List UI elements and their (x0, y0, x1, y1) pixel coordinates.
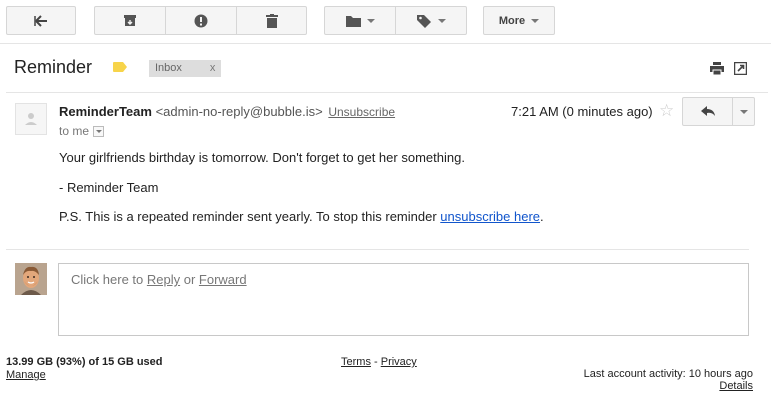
sender-email: <admin-no-reply@bubble.is> (155, 104, 323, 119)
inbox-label-text: Inbox (155, 62, 182, 74)
reply-or: or (180, 272, 199, 287)
reply-button[interactable] (682, 97, 733, 126)
folder-icon (345, 15, 361, 27)
reply-prompt: Click here to (71, 272, 147, 287)
person-icon (25, 113, 37, 125)
subject-title: Reminder (14, 57, 93, 77)
details-link[interactable]: Details (719, 380, 753, 392)
star-icon[interactable]: ☆ (659, 101, 674, 121)
toolbar: More (0, 0, 771, 44)
show-details-button[interactable] (93, 125, 105, 137)
terms-separator: - (370, 356, 381, 368)
body-line-2: - Reminder Team (59, 180, 159, 195)
forward-link[interactable]: Forward (199, 272, 247, 287)
chevron-down-icon (366, 18, 375, 23)
inbox-label-chip[interactable]: Inbox x (149, 60, 222, 77)
unsubscribe-here-link[interactable]: unsubscribe here (440, 209, 540, 224)
tag-icon (416, 14, 431, 28)
archive-button[interactable] (94, 6, 166, 35)
reply-icon (700, 106, 715, 116)
remove-label-button[interactable]: x (210, 60, 216, 77)
body-line-3-end: . (540, 209, 544, 224)
archive-icon (124, 15, 136, 26)
report-spam-button[interactable] (165, 6, 237, 35)
unsubscribe-link[interactable]: Unsubscribe (328, 105, 395, 119)
trash-icon (265, 13, 278, 28)
last-activity: Last account activity: 10 hours ago (583, 368, 753, 380)
new-window-icon[interactable] (734, 62, 747, 75)
sender-name[interactable]: ReminderTeam (59, 104, 152, 119)
move-to-button[interactable] (324, 6, 396, 35)
more-label: More (498, 14, 526, 27)
exclamation-icon (194, 14, 208, 27)
terms-privacy: Terms - Privacy (341, 356, 417, 368)
message-time: 7:21 AM (0 minutes ago) (511, 104, 653, 119)
privacy-link[interactable]: Privacy (381, 356, 417, 368)
body-line-3: P.S. This is a repeated reminder sent ye… (59, 209, 544, 224)
more-button[interactable]: More (483, 6, 555, 35)
reply-link[interactable]: Reply (147, 272, 180, 287)
divider (6, 92, 768, 93)
subject-row: Reminder Inbox x (0, 52, 771, 86)
manage-storage-link[interactable]: Manage (6, 369, 46, 381)
user-photo-icon (15, 263, 47, 295)
divider (6, 249, 749, 250)
terms-link[interactable]: Terms (341, 356, 371, 368)
storage-usage: 13.99 GB (93%) of 15 GB used (6, 356, 163, 368)
recipients-line: to me (59, 124, 105, 138)
body-line-1: Your girlfriends birthday is tomorrow. D… (59, 150, 465, 165)
chevron-down-icon (437, 18, 446, 23)
reply-box[interactable]: Click here to Reply or Forward (58, 263, 749, 336)
chevron-down-icon (531, 18, 540, 23)
arrow-left-icon (34, 14, 47, 27)
chevron-down-icon (95, 129, 102, 133)
to-me-label: to me (59, 124, 90, 138)
body-line-3-text: P.S. This is a repeated reminder sent ye… (59, 209, 441, 224)
print-icon[interactable] (710, 62, 724, 75)
labels-button[interactable] (395, 6, 467, 35)
user-avatar (15, 263, 47, 295)
important-marker-icon[interactable] (113, 62, 127, 72)
chevron-down-icon (739, 109, 748, 114)
delete-button[interactable] (236, 6, 307, 35)
sender-avatar[interactable] (15, 103, 47, 135)
back-button[interactable] (6, 6, 76, 35)
more-actions-button[interactable] (732, 97, 755, 126)
sender-line: ReminderTeam <admin-no-reply@bubble.is> … (59, 104, 395, 119)
